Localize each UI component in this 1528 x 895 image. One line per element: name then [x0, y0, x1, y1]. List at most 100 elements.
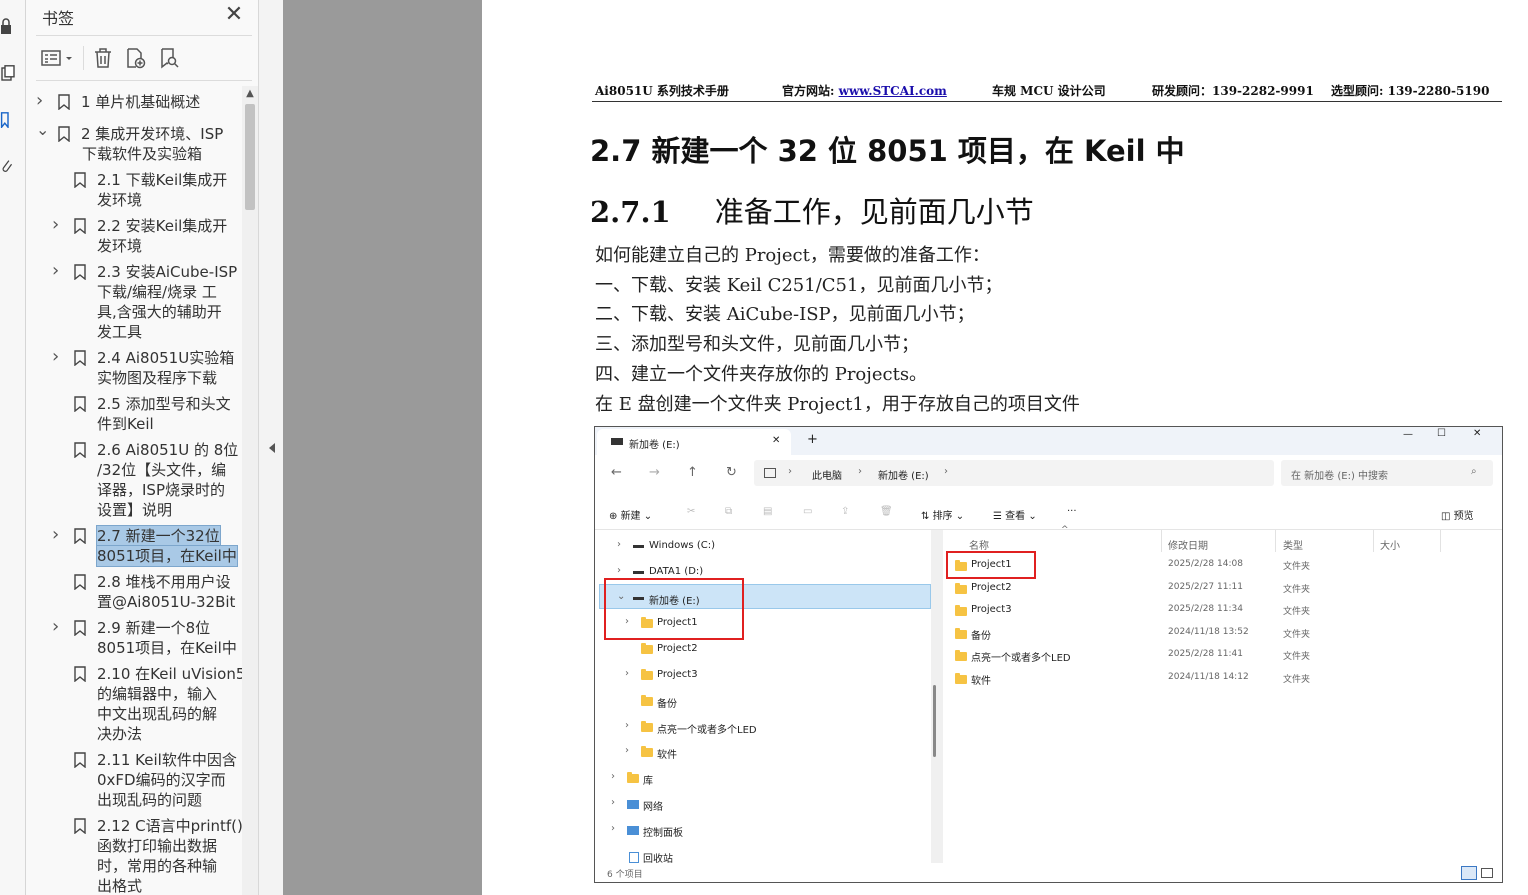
drive-icon	[611, 438, 623, 445]
header-rd-contact: 研发顾问：139-2282-9991	[1152, 84, 1314, 98]
bookmark-label: 发工具	[97, 323, 143, 341]
lock-icon[interactable]	[0, 18, 16, 34]
file-date: 2025/2/28 11:41	[1168, 649, 1243, 660]
scroll-up-icon[interactable]: ▲	[242, 88, 258, 102]
folder-icon	[641, 643, 653, 655]
bookmark-label: 下载/编程/烧录 工	[97, 283, 217, 301]
close-icon[interactable]: ✕	[222, 2, 246, 28]
column-divider	[1373, 530, 1374, 552]
attachment-icon[interactable]	[0, 158, 16, 174]
scroll-thumb[interactable]	[245, 104, 255, 210]
bookmark-flag-icon	[74, 666, 86, 683]
tree-item-label: DATA1 (D:)	[649, 565, 704, 577]
header-site-link[interactable]: www.STCAI.com	[839, 84, 947, 98]
bookmark-flag-icon	[58, 126, 70, 143]
panel-splitter[interactable]	[258, 0, 284, 895]
column-divider	[1161, 530, 1162, 552]
bookmark-icon[interactable]	[0, 112, 16, 128]
collapse-arrow-icon[interactable]	[269, 443, 275, 453]
search-placeholder: 在 新加卷 (E:) 中搜索	[1291, 471, 1389, 482]
add-bookmark-icon[interactable]	[123, 44, 149, 72]
command-bar: ⊕ 新建 ⌄ ✂ ⧉ ▤ ▭ ⇪ 🗑 ⇅ 排序 ⌄ ☰ 查看 ⌄ ··· ◫ 预…	[595, 497, 1502, 530]
bookmark-label: 8051项目，在Keil中	[96, 545, 238, 567]
breadcrumb-separator: ›	[944, 466, 948, 477]
breadcrumb-separator: ›	[788, 466, 792, 477]
file-name: 点亮一个或者多个LED	[971, 653, 1071, 665]
tab-close-icon: ✕	[772, 435, 781, 446]
folder-icon	[641, 669, 653, 680]
bookmark-label: 下载软件及实验箱	[82, 145, 203, 163]
folder-icon	[627, 772, 639, 784]
breadcrumb-this-pc: 此电脑	[812, 471, 842, 482]
view-label: 查看	[1005, 511, 1026, 522]
divider	[83, 46, 84, 70]
file-type: 文件夹	[1283, 629, 1311, 640]
tab-title: 新加卷 (E:)	[629, 440, 680, 451]
bookmark-flag-icon	[58, 94, 70, 111]
breadcrumb-drive: 新加卷 (E:)	[878, 471, 929, 482]
subsection-number: 2.7.1	[590, 195, 671, 229]
chevron-right-icon: ›	[617, 564, 621, 576]
column-name: 名称	[969, 541, 989, 552]
tree-item-label: Project2	[657, 643, 698, 655]
tree-item-label: 控制面板	[643, 827, 683, 839]
back-icon: ←	[611, 465, 622, 480]
search-box: 在 新加卷 (E:) 中搜索 ⌕	[1281, 460, 1493, 486]
bookmark-label: 译器，ISP烧录时的	[97, 481, 225, 499]
address-bar: ← → ↑ ↻ › 此电脑 › 新加卷 (E:) › 在 新加卷 (E:) 中搜…	[595, 455, 1502, 495]
bookmark-label: 置@Ai8051U-32Bit	[97, 593, 236, 611]
bookmark-flag-icon	[74, 528, 86, 545]
chevron-down-icon[interactable]: ⌄	[36, 122, 49, 144]
file-date: 2025/2/28 14:08	[1168, 559, 1243, 569]
chevron-right-icon[interactable]: ›	[36, 92, 48, 112]
chevron-right-icon: ›	[625, 719, 629, 731]
side-rail	[0, 0, 26, 895]
status-bar: 6 个项目	[595, 864, 1502, 882]
copy-icon: ⧉	[725, 506, 733, 517]
options-icon[interactable]	[38, 44, 76, 72]
chevron-right-icon[interactable]: ›	[52, 348, 64, 368]
rename-icon: ▭	[803, 506, 813, 517]
recycle-icon	[629, 851, 639, 863]
paragraph: 二、下载、安装 AiCube-ISP，见前面几小节；	[595, 304, 975, 325]
bookmark-label: 1 单片机基础概述	[81, 93, 201, 111]
chevron-right-icon[interactable]: ›	[52, 262, 64, 282]
file-list: Project1 2025/2/28 14:08 文件夹 Project2 2025/2…	[945, 555, 1502, 715]
file-type: 文件夹	[1283, 652, 1311, 663]
bookmark-flag-icon	[74, 396, 86, 413]
bookmark-label: 发环境	[97, 237, 143, 255]
bookmark-label: 2.5 添加型号和头文	[97, 395, 231, 413]
bookmark-flag-icon	[74, 350, 86, 367]
new-button: ⊕ 新建 ⌄	[609, 511, 653, 522]
column-divider	[1440, 530, 1441, 552]
folder-icon	[955, 605, 967, 617]
chevron-right-icon[interactable]: ›	[52, 526, 64, 546]
delete-icon[interactable]	[90, 44, 116, 72]
folder-icon	[955, 582, 967, 594]
search-icon: ⌕	[1471, 466, 1477, 477]
bookmark-tree: › 1 单片机基础概述 ⌄ 2 集成开发环境、ISP 下载软件及实验箱 2.1 下载Kei…	[26, 86, 244, 895]
bookmark-flag-icon	[74, 264, 86, 281]
find-bookmark-icon[interactable]	[157, 44, 183, 72]
chevron-right-icon[interactable]: ›	[52, 618, 64, 638]
tree-item-label: 备份	[657, 698, 677, 710]
drive-icon	[633, 545, 644, 548]
new-tab-icon: +	[807, 432, 818, 447]
file-type: 文件夹	[1283, 607, 1311, 618]
tree-item-label: 点亮一个或者多个LED	[657, 724, 757, 736]
bookmark-label: 2.12 C语言中printf()	[97, 817, 243, 835]
chevron-right-icon: ›	[625, 745, 629, 757]
panel-scrollbar[interactable]: ▲	[242, 86, 258, 895]
section-title: 2.7 新建一个 32 位 8051 项目，在 Keil 中	[590, 134, 1185, 168]
bookmark-flag-icon	[74, 218, 86, 235]
pdf-page: Ai8051U 系列技术手册 官方网站: www.STCAI.com 车规 MC…	[482, 0, 1528, 895]
header-rule	[592, 101, 1502, 102]
chevron-right-icon[interactable]: ›	[52, 216, 64, 236]
view-button: ☰ 查看 ⌄	[993, 511, 1037, 522]
bookmark-label: 2.11 Keil软件中因含	[97, 751, 237, 769]
chevron-right-icon: ›	[611, 822, 615, 834]
paragraph: 在 E 盘创建一个文件夹 Project1，用于存放自己的项目文件	[595, 394, 1080, 415]
pages-icon[interactable]	[0, 65, 16, 81]
tiles-view-icon	[1481, 868, 1493, 878]
chevron-right-icon: ›	[617, 539, 621, 550]
